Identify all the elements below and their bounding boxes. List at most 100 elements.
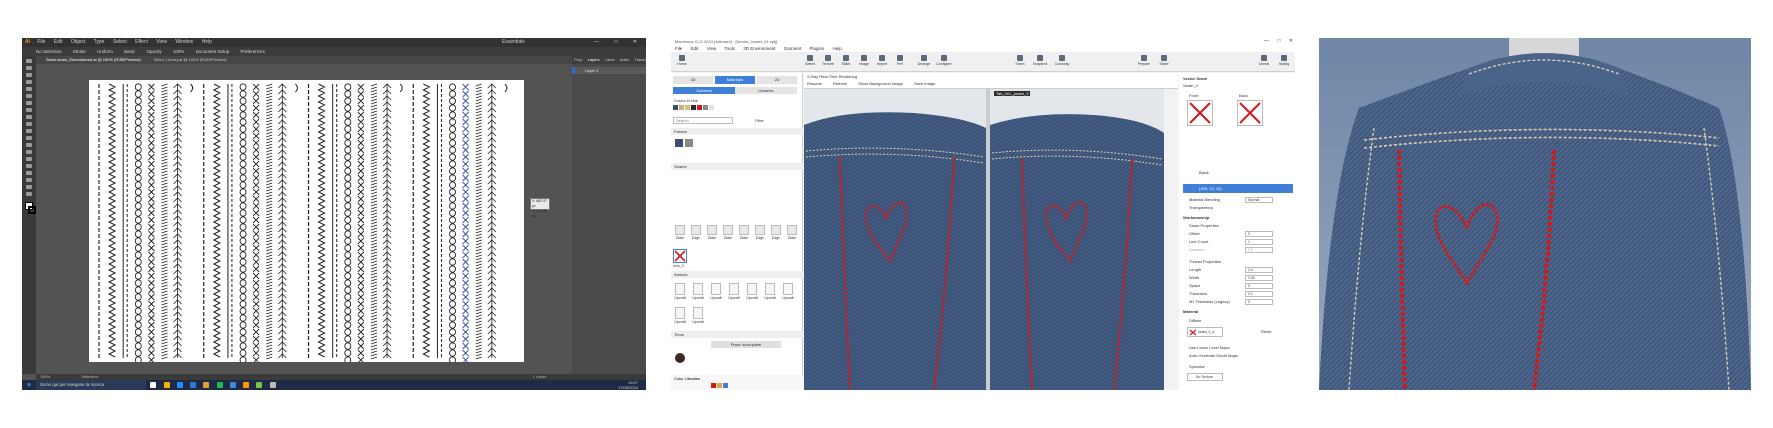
menu-tools[interactable]: Tools — [724, 46, 735, 51]
unreal-tool[interactable]: Unreal — [1255, 55, 1273, 66]
color-swatch[interactable] — [697, 105, 702, 110]
reset-button[interactable]: Reset — [1261, 329, 1271, 334]
artboard[interactable] — [89, 80, 524, 364]
zoom-level[interactable]: 150% — [40, 374, 50, 379]
menu-select[interactable]: Select — [113, 39, 127, 45]
3d-thickness-input[interactable]: 0 — [1245, 299, 1273, 305]
maximize-button[interactable]: □ — [614, 39, 617, 45]
direct-select-tool-icon[interactable] — [26, 66, 32, 70]
minimize-button[interactable]: — — [594, 39, 599, 45]
photoshop-icon[interactable] — [229, 382, 236, 388]
menu-plugins[interactable]: Plugins — [810, 46, 825, 51]
menu-object[interactable]: Object — [71, 39, 85, 45]
close-button[interactable]: ✕ — [1289, 38, 1293, 44]
pen-tool-icon[interactable] — [26, 80, 32, 84]
magic-wand-icon[interactable] — [26, 73, 32, 77]
image-tool[interactable]: Image — [855, 55, 873, 66]
menu-help[interactable]: Help — [833, 46, 842, 51]
color-swatch[interactable] — [685, 105, 690, 110]
viewport-tab[interactable]: Tab_001_jacket_3 — [994, 91, 1031, 96]
chrome-icon[interactable] — [203, 382, 210, 388]
color-swatch[interactable] — [673, 105, 678, 110]
snapshot-tool[interactable]: Snapshot — [1031, 55, 1049, 66]
tab-properties[interactable]: Prop — [574, 57, 582, 62]
file-explorer-icon[interactable] — [163, 382, 170, 388]
material-header[interactable]: Material — [1183, 309, 1293, 315]
import-tool[interactable]: Import — [873, 55, 891, 66]
front-seam-preview[interactable] — [1187, 100, 1213, 126]
pen-tool[interactable]: Pen — [891, 55, 909, 66]
tab-libraries[interactable]: Libraries — [735, 87, 797, 94]
menu-edit[interactable]: Edit — [691, 46, 699, 51]
seam-thumb[interactable]: Stitch — [706, 225, 718, 240]
menu-file[interactable]: File — [37, 39, 45, 45]
menu-edit[interactable]: Edit — [54, 39, 63, 45]
selected-seam-thumb[interactable] — [673, 249, 687, 263]
tab-layers[interactable]: Layers — [588, 57, 600, 62]
width-input[interactable]: 1.00 — [1245, 275, 1273, 281]
auto-depth-maps-check[interactable]: Auto-Generate Depth Maps — [1189, 353, 1289, 359]
menu-garment[interactable]: Garment — [784, 46, 802, 51]
button-trim-thumb[interactable] — [675, 353, 685, 363]
artwork-thumb[interactable]: Upcraft — [692, 307, 704, 324]
fabric-thumb[interactable] — [685, 139, 693, 147]
artwork-thumb[interactable]: Upcraft — [674, 307, 686, 324]
windows-start-icon[interactable]: ⊞ — [22, 380, 36, 390]
mail-icon[interactable] — [190, 382, 197, 388]
tab-libraries[interactable]: Librar — [605, 57, 615, 62]
zoom-tool-icon[interactable] — [26, 192, 32, 196]
color-swatch[interactable] — [709, 105, 714, 110]
viewport-area[interactable]: X-Ray Real-Time Rendering Resume Refresh… — [804, 73, 1178, 390]
selection-tool-icon[interactable] — [26, 59, 32, 63]
distance-input[interactable]: 0.0 — [1245, 247, 1273, 253]
tab-2d[interactable]: 2D — [757, 76, 797, 84]
color-chip[interactable] — [711, 383, 716, 388]
color-swatch[interactable] — [703, 105, 708, 110]
blending-select[interactable]: Normal — [1245, 197, 1273, 203]
home-button[interactable]: Home — [673, 55, 691, 66]
menu-file[interactable]: File — [675, 46, 682, 51]
section-trims[interactable]: Trims — [671, 331, 803, 338]
seam-thumb[interactable]: Edge — [754, 225, 766, 240]
place-incomplete-button[interactable]: Place incomplete — [711, 341, 781, 348]
seam-thumb[interactable]: Stitch — [786, 225, 798, 240]
select-tool[interactable]: Select — [801, 55, 819, 66]
seam-thumb[interactable]: Edge — [770, 225, 782, 240]
artwork-thumb[interactable]: Upcraft — [764, 283, 776, 300]
menu-view[interactable]: View — [707, 46, 717, 51]
refresh-button[interactable]: Refresh — [833, 81, 847, 86]
gradient-tool-icon[interactable] — [26, 164, 32, 168]
artwork-thumb[interactable]: Upcraft — [674, 283, 686, 300]
close-button[interactable]: ✕ — [633, 39, 637, 45]
workmanship-header[interactable]: Workmanship — [1183, 215, 1293, 221]
maximize-button[interactable]: □ — [1277, 38, 1280, 44]
workspace-switcher[interactable]: Essentials — [502, 38, 525, 47]
lower-level-maps-check[interactable]: Use Lower Level Maps — [1189, 345, 1289, 351]
spotify-icon[interactable] — [216, 382, 223, 388]
menu-3d-environment[interactable]: 3D Environment — [743, 46, 775, 51]
back-seam-preview[interactable] — [1237, 100, 1263, 126]
brush-control[interactable]: Basic — [124, 49, 135, 54]
length-input[interactable]: 2.4 — [1245, 267, 1273, 273]
eyedropper-tool-icon[interactable] — [26, 171, 32, 175]
prepare-tool[interactable]: Prepare — [1135, 55, 1153, 66]
diffuse-texture[interactable]: seam_0_d — [1187, 327, 1223, 337]
task-view-icon[interactable] — [150, 382, 157, 388]
pencil-tool-icon[interactable] — [26, 122, 32, 126]
configure-tool[interactable]: Configure — [935, 55, 953, 66]
offset-input[interactable]: 0 — [1245, 231, 1273, 237]
stitch-tool[interactable]: Stitch — [837, 55, 855, 66]
seam-thumb[interactable]: Stitch — [738, 225, 750, 240]
color-swatch[interactable] — [691, 105, 696, 110]
type-tool-icon[interactable] — [26, 94, 32, 98]
share-tool[interactable]: Share — [1155, 55, 1173, 66]
eraser-tool-icon[interactable] — [26, 129, 32, 133]
tab-3d[interactable]: 3D — [673, 76, 713, 84]
rectangle-tool-icon[interactable] — [26, 108, 32, 112]
arrange-tool[interactable]: Arrange — [915, 55, 933, 66]
tab-garment[interactable]: Garment — [673, 87, 735, 94]
curvature-tool-icon[interactable] — [26, 87, 32, 91]
thickness-input[interactable]: 0.1 — [1245, 291, 1273, 297]
menu-help[interactable]: Help — [202, 39, 212, 45]
stroke-swatch-icon[interactable] — [28, 206, 36, 214]
